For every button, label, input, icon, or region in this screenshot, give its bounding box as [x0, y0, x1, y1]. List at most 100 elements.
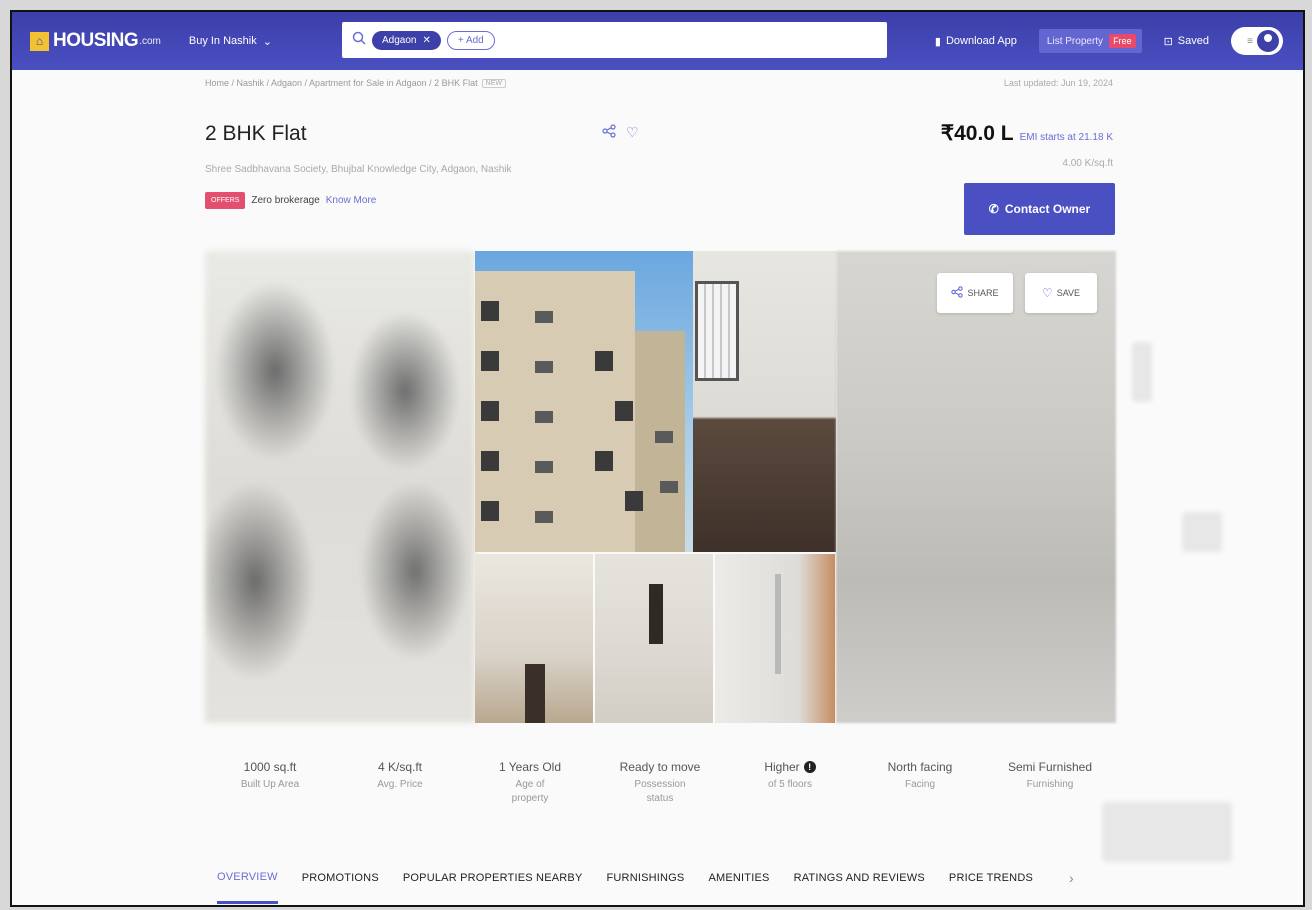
- property-address: Shree Sadbhavana Society, Bhujbal Knowle…: [205, 164, 512, 175]
- stat-value: Ready to move: [619, 760, 701, 774]
- list-property-label: List Property: [1046, 35, 1104, 47]
- stat-age: 1 Years Old Age of property: [465, 760, 595, 805]
- stat-label: Age of property: [511, 779, 549, 804]
- stat-label: Avg. Price: [377, 779, 423, 790]
- saved-link[interactable]: ⊡ Saved: [1164, 35, 1209, 48]
- gallery-save-label: SAVE: [1056, 288, 1081, 298]
- gallery-save-button[interactable]: ♡ SAVE: [1025, 273, 1097, 313]
- add-location-button[interactable]: + Add: [446, 30, 495, 50]
- stat-label: Possession status: [634, 779, 686, 804]
- city-selector-button[interactable]: Buy In Nashik ⌄: [189, 35, 272, 48]
- share-icon[interactable]: [602, 124, 616, 141]
- background-artifact: [1132, 342, 1152, 402]
- last-updated: Last updated: Jun 19, 2024: [1003, 78, 1113, 88]
- stat-label: Built Up Area: [240, 779, 300, 790]
- download-app-link[interactable]: ▮ Download App: [935, 35, 1017, 48]
- stat-value: 1000 sq.ft: [243, 760, 297, 774]
- chevron-down-icon: ⌄: [262, 35, 272, 48]
- tab-popular-properties[interactable]: POPULAR PROPERTIES NEARBY: [403, 872, 583, 902]
- title-actions: ♡: [602, 124, 639, 141]
- room-window: [695, 281, 739, 381]
- logo-text: HOUSING: [53, 30, 139, 51]
- contact-owner-button[interactable]: ✆ Contact Owner: [964, 183, 1115, 235]
- gallery-photo-room[interactable]: [693, 251, 836, 552]
- price-per-sqft: 4.00 K/sq.ft: [1062, 158, 1113, 169]
- background-artifact: [1182, 512, 1222, 552]
- stat-floor-value: Higher: [764, 760, 800, 774]
- section-tabs: OVERVIEW PROMOTIONS POPULAR PROPERTIES N…: [217, 870, 1074, 904]
- list-property-button[interactable]: List Property Free: [1038, 29, 1142, 53]
- saved-label: Saved: [1177, 35, 1209, 47]
- home-logo-icon: ⌂: [30, 31, 49, 51]
- phone-icon: ✆: [988, 202, 999, 216]
- background-artifact: [1102, 802, 1232, 862]
- tab-promotions[interactable]: PROMOTIONS: [302, 872, 379, 902]
- user-icon: [1257, 30, 1279, 52]
- emi-link[interactable]: EMI starts at 21.18 K: [1020, 132, 1113, 143]
- free-badge: Free: [1109, 34, 1136, 48]
- heart-icon[interactable]: ♡: [626, 124, 639, 141]
- gallery-photo-blurred-right[interactable]: [836, 251, 1116, 723]
- stat-value: Higher!: [725, 760, 855, 774]
- tab-amenities[interactable]: AMENITIES: [708, 872, 769, 902]
- page-title: 2 BHK Flat: [205, 122, 307, 145]
- info-icon[interactable]: !: [803, 761, 816, 773]
- property-price: ₹40.0 L: [940, 122, 1014, 145]
- price-row: ₹40.0 L EMI starts at 21.18 K: [941, 121, 1113, 146]
- contact-owner-label: Contact Owner: [1004, 202, 1091, 216]
- city-selector-label: Buy In Nashik: [188, 35, 257, 47]
- stat-label: Facing: [904, 779, 935, 790]
- share-icon: [951, 286, 964, 300]
- gallery-share-label: SHARE: [967, 288, 999, 298]
- breadcrumb: Home / Nashik / Adgaon / Apartment for S…: [205, 78, 506, 88]
- gallery-photo-blurred-left[interactable]: [205, 251, 475, 723]
- gallery-thumb-ceiling[interactable]: [475, 554, 593, 723]
- tab-overview[interactable]: OVERVIEW: [217, 871, 278, 904]
- close-icon[interactable]: ✕: [422, 35, 430, 46]
- gallery-share-button[interactable]: SHARE: [937, 273, 1013, 313]
- stat-possession: Ready to move Possession status: [595, 760, 725, 805]
- location-chip-label: Adgaon: [382, 34, 417, 46]
- stat-label: of 5 floors: [768, 779, 812, 790]
- download-app-label: Download App: [945, 35, 1017, 47]
- search-icon: [352, 31, 366, 49]
- profile-menu-button[interactable]: ≡: [1231, 27, 1283, 55]
- heart-icon: ♡: [1041, 286, 1053, 300]
- menu-icon: ≡: [1247, 35, 1253, 47]
- tab-furnishings[interactable]: FURNISHINGS: [606, 872, 684, 902]
- phone-download-icon: ▮: [934, 35, 941, 48]
- search-bar[interactable]: Adgaon ✕ + Add: [342, 22, 887, 58]
- housing-logo[interactable]: ⌂ HOUSING .com: [30, 30, 161, 52]
- nav-right: ▮ Download App List Property Free ⊡ Save…: [935, 12, 1283, 70]
- tab-ratings-reviews[interactable]: RATINGS AND REVIEWS: [794, 872, 925, 902]
- property-stats: 1000 sq.ft Built Up Area 4 K/sq.ft Avg. …: [205, 760, 1116, 805]
- stat-value: Semi Furnished: [1007, 760, 1093, 774]
- gallery-thumb-room[interactable]: [715, 554, 835, 723]
- gallery-thumb-hallway[interactable]: [595, 554, 713, 723]
- stat-value: 1 Years Old: [498, 760, 562, 774]
- stat-built-up-area: 1000 sq.ft Built Up Area: [205, 760, 335, 805]
- building-front: [475, 271, 635, 552]
- offer-text: Zero brokerage: [251, 195, 320, 206]
- offers-row: OFFERS Zero brokerage Know More: [205, 192, 376, 209]
- offers-badge: OFFERS: [205, 192, 246, 209]
- breadcrumb-tag: NEW: [481, 78, 506, 88]
- know-more-link[interactable]: Know More: [326, 195, 377, 206]
- top-navbar: ⌂ HOUSING .com Buy In Nashik ⌄ Adgaon ✕ …: [12, 12, 1303, 70]
- stat-facing: North facing Facing: [855, 760, 985, 805]
- stat-avg-price: 4 K/sq.ft Avg. Price: [335, 760, 465, 805]
- tab-price-trends[interactable]: PRICE TRENDS: [949, 872, 1033, 902]
- gallery-photo-building[interactable]: [475, 251, 693, 552]
- stat-label: Furnishing: [1026, 779, 1074, 790]
- location-chip[interactable]: Adgaon ✕: [372, 30, 441, 50]
- page-frame: ⌂ HOUSING .com Buy In Nashik ⌄ Adgaon ✕ …: [10, 10, 1305, 907]
- stat-value: North facing: [887, 760, 953, 774]
- logo-suffix: .com: [139, 35, 161, 47]
- stat-floor: Higher! of 5 floors: [725, 760, 855, 805]
- breadcrumb-path[interactable]: Home / Nashik / Adgaon / Apartment for S…: [205, 78, 478, 88]
- bookmark-icon: ⊡: [1163, 35, 1173, 48]
- stat-value: 4 K/sq.ft: [377, 760, 423, 774]
- chevron-right-icon[interactable]: ›: [1069, 870, 1074, 904]
- stat-furnishing: Semi Furnished Furnishing: [985, 760, 1115, 805]
- photo-gallery[interactable]: SHARE ♡ SAVE: [205, 251, 1116, 723]
